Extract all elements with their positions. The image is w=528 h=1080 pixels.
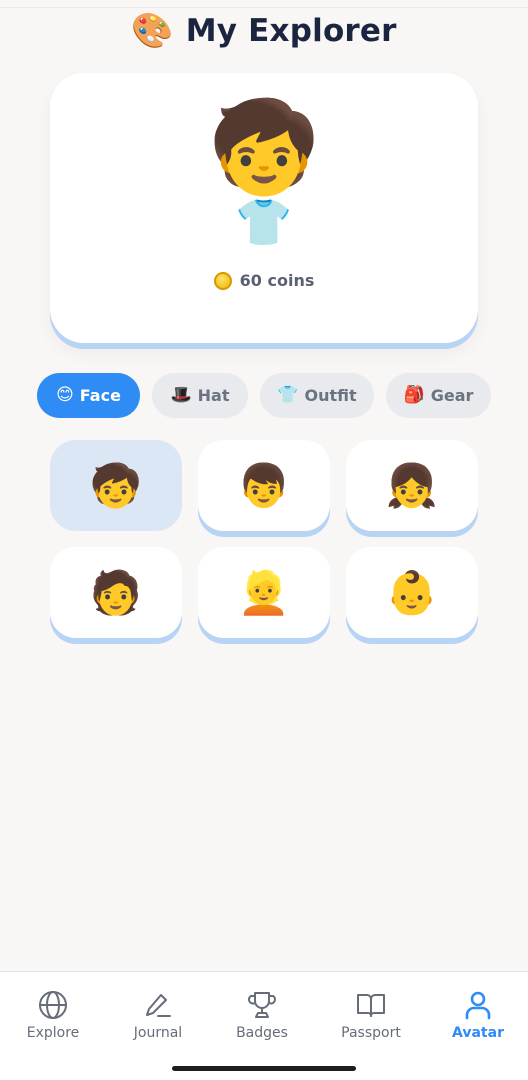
face-option-baby[interactable]: 👶 bbox=[346, 547, 478, 638]
boy-face-icon: 👦 bbox=[237, 460, 291, 510]
tab-gear-label: Gear bbox=[430, 386, 474, 405]
nav-badges[interactable]: Badges bbox=[212, 989, 312, 1045]
nav-explore-label: Explore bbox=[26, 1025, 80, 1041]
face-option-child[interactable]: 🧒 bbox=[50, 440, 182, 531]
status-bar-divider bbox=[0, 0, 528, 8]
avatar-outfit-icon: 👕 bbox=[235, 195, 293, 249]
home-indicator[interactable] bbox=[172, 1066, 356, 1071]
face-option-boy[interactable]: 👦 bbox=[198, 440, 330, 531]
book-icon bbox=[357, 994, 385, 1017]
avatar-screen: 🎨 My Explorer 🧒 👕 60 coins 😊 Face 🎩 Hat … bbox=[0, 0, 528, 1080]
blond-person-icon: 👱 bbox=[237, 567, 291, 617]
nav-passport[interactable]: Passport bbox=[321, 989, 421, 1045]
nav-avatar-label: Avatar bbox=[452, 1025, 504, 1041]
coin-balance: 60 coins bbox=[50, 271, 478, 290]
coin-balance-label: 60 coins bbox=[239, 271, 315, 290]
tab-outfit-label: Outfit bbox=[304, 386, 357, 405]
page-title: My Explorer bbox=[185, 13, 397, 49]
baby-face-icon: 👶 bbox=[385, 567, 439, 617]
avatar-face-icon: 🧒 bbox=[207, 95, 321, 200]
page-header: 🎨 My Explorer bbox=[0, 8, 528, 54]
top-hat-icon: 🎩 bbox=[170, 385, 192, 405]
girl-face-icon: 👧 bbox=[385, 460, 439, 510]
child-face-icon: 🧒 bbox=[89, 460, 143, 510]
person-face-icon: 🧑 bbox=[89, 567, 143, 617]
palette-icon: 🎨 bbox=[131, 11, 174, 51]
pen-icon bbox=[146, 994, 171, 1017]
tab-outfit[interactable]: 👕 Outfit bbox=[260, 373, 374, 418]
tab-face-label: Face bbox=[79, 386, 121, 405]
tab-face[interactable]: 😊 Face bbox=[37, 373, 140, 418]
globe-icon bbox=[39, 991, 67, 1019]
face-option-blond[interactable]: 👱 bbox=[198, 547, 330, 638]
nav-avatar[interactable]: Avatar bbox=[428, 989, 528, 1045]
smiley-icon: 😊 bbox=[56, 385, 74, 405]
user-icon bbox=[465, 991, 491, 1020]
nav-explore[interactable]: Explore bbox=[3, 989, 103, 1045]
face-option-girl[interactable]: 👧 bbox=[346, 440, 478, 531]
tab-gear[interactable]: 🎒 Gear bbox=[386, 373, 491, 418]
nav-badges-label: Badges bbox=[236, 1025, 288, 1041]
tshirt-icon: 👕 bbox=[277, 385, 299, 405]
avatar-preview-card: 🧒 👕 60 coins bbox=[50, 73, 478, 343]
trophy-icon bbox=[248, 992, 276, 1018]
backpack-icon: 🎒 bbox=[403, 385, 425, 405]
category-tabs: 😊 Face 🎩 Hat 👕 Outfit 🎒 Gear bbox=[37, 373, 491, 418]
nav-journal-label: Journal bbox=[133, 1025, 183, 1041]
bottom-navigation: Explore Journal Badges Passport Avatar bbox=[0, 971, 528, 1080]
tab-hat[interactable]: 🎩 Hat bbox=[152, 373, 248, 418]
tab-hat-label: Hat bbox=[197, 386, 230, 405]
nav-journal[interactable]: Journal bbox=[108, 989, 208, 1045]
face-option-person[interactable]: 🧑 bbox=[50, 547, 182, 638]
coin-icon bbox=[213, 271, 232, 290]
nav-passport-label: Passport bbox=[341, 1025, 401, 1041]
